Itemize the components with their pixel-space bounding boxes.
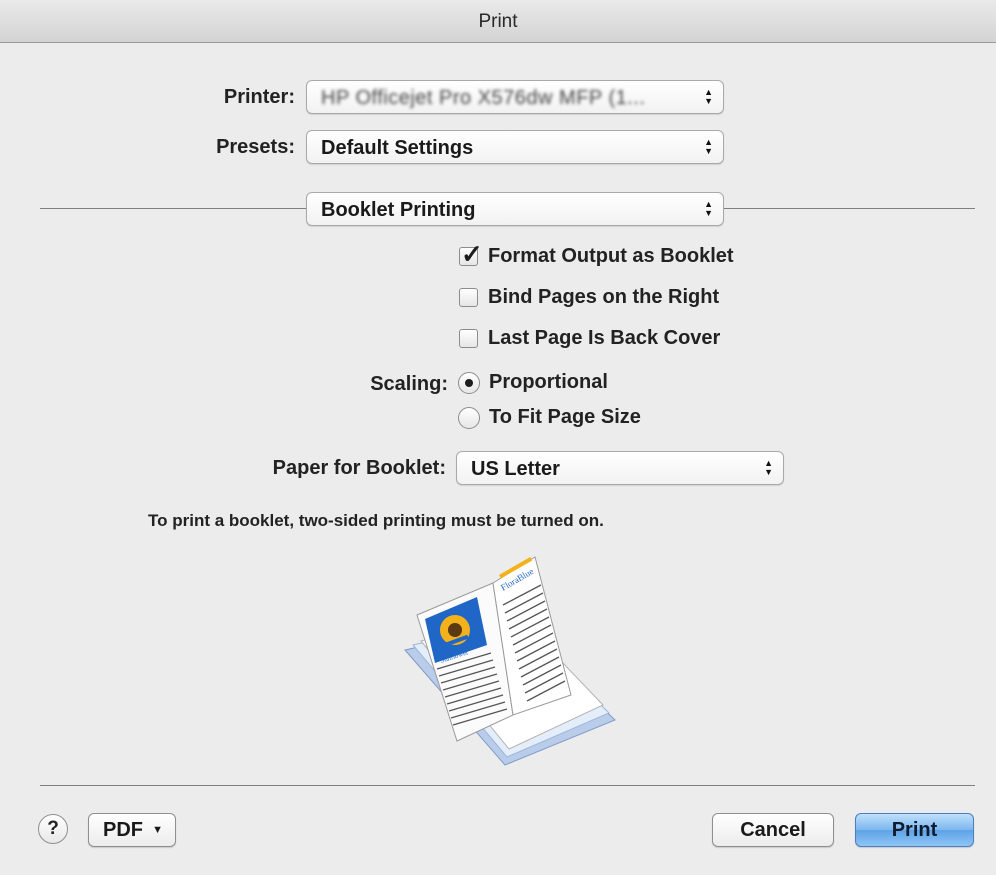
paper-popup[interactable]: US Letter ▲ ▼	[456, 451, 784, 485]
bind-right-label: Bind Pages on the Right	[488, 286, 720, 308]
format-booklet-checkbox[interactable]: ✓	[459, 239, 483, 269]
popup-arrows-icon: ▲ ▼	[704, 87, 713, 106]
dropdown-arrow-icon: ▼	[152, 824, 163, 836]
print-button[interactable]: Print	[855, 813, 974, 847]
window-title: Print	[0, 0, 996, 43]
radio-fit-page-label: To Fit Page Size	[489, 406, 641, 428]
section-divider-right	[724, 208, 975, 209]
popup-arrows-icon: ▲ ▼	[704, 137, 713, 156]
last-page-checkbox-row[interactable]: Last Page Is Back Cover	[459, 327, 720, 350]
section-divider-left	[40, 208, 306, 209]
bind-right-checkbox-row[interactable]: Bind Pages on the Right	[459, 286, 719, 309]
radio-fit-page[interactable]	[458, 406, 480, 429]
paper-value: US Letter	[471, 458, 560, 480]
pdf-label: PDF	[103, 819, 143, 841]
booklet-preview-icon: FloraBlue Sunflower	[395, 545, 625, 775]
last-page-label: Last Page Is Back Cover	[488, 327, 721, 349]
format-booklet-checkbox-row[interactable]: ✓ Format Output as Booklet	[459, 239, 734, 269]
format-booklet-label: Format Output as Booklet	[488, 245, 734, 267]
radio-proportional[interactable]	[458, 371, 480, 394]
printer-label: Printer:	[223, 86, 295, 108]
section-popup[interactable]: Booklet Printing ▲ ▼	[306, 192, 724, 226]
booklet-note: To print a booklet, two-sided printing m…	[148, 511, 604, 530]
presets-popup[interactable]: Default Settings ▲ ▼	[306, 130, 724, 164]
footer-divider	[40, 785, 975, 786]
printer-value: HP Officejet Pro X576dw MFP (1...	[321, 87, 646, 109]
bind-right-checkbox[interactable]	[459, 288, 478, 307]
popup-arrows-icon: ▲ ▼	[704, 199, 713, 218]
help-button[interactable]: ?	[38, 814, 68, 844]
cancel-button[interactable]: Cancel	[712, 813, 834, 847]
scaling-label: Scaling:	[370, 373, 448, 395]
presets-value: Default Settings	[321, 137, 474, 159]
paper-label: Paper for Booklet:	[272, 457, 446, 479]
radio-proportional-row[interactable]: Proportional	[458, 371, 608, 394]
printer-popup[interactable]: HP Officejet Pro X576dw MFP (1... ▲ ▼	[306, 80, 724, 114]
radio-proportional-label: Proportional	[489, 371, 608, 393]
checkmark-icon: ✓	[461, 239, 483, 269]
presets-label: Presets:	[216, 136, 295, 158]
last-page-checkbox[interactable]	[459, 329, 478, 348]
radio-fit-page-row[interactable]: To Fit Page Size	[458, 406, 641, 429]
pdf-menu-button[interactable]: PDF ▼	[88, 813, 176, 847]
popup-arrows-icon: ▲ ▼	[764, 458, 773, 477]
section-value: Booklet Printing	[321, 199, 476, 221]
